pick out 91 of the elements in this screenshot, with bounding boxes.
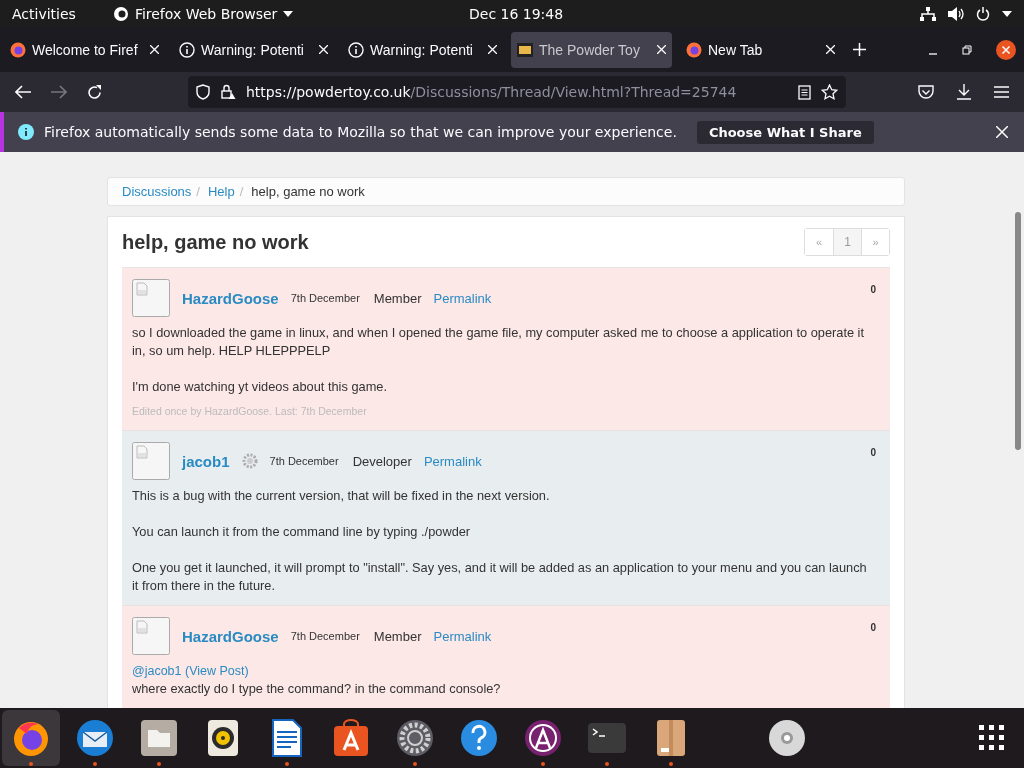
reader-icon[interactable]: [798, 84, 811, 100]
running-indicator: [605, 762, 609, 766]
film-icon: [517, 42, 533, 57]
back-icon[interactable]: [15, 85, 31, 99]
breadcrumb-link[interactable]: Discussions: [122, 184, 192, 199]
download-icon[interactable]: [956, 84, 972, 100]
browser-tab[interactable]: Welcome to Firef: [4, 31, 165, 68]
post-text: This is a bug with the current version, that will be fixed in the next version.: [132, 487, 551, 505]
browser-tab[interactable]: The Powder Toy: [511, 31, 672, 68]
breadcrumb-current: help, game no work: [251, 184, 365, 199]
notification-message: Firefox automatically sends some data to Mozilla so that we can improve your experience.: [44, 124, 677, 140]
folder-icon[interactable]: [139, 718, 179, 758]
browser-tab[interactable]: Warning: Potenti: [342, 31, 503, 68]
post-text: where exactly do I type the command? in the command console?: [132, 680, 502, 698]
close-icon[interactable]: [826, 45, 835, 54]
post-score: 0: [870, 622, 876, 633]
lock-icon: [220, 84, 236, 100]
post-score: 0: [870, 447, 876, 458]
author-link[interactable]: jacob1: [182, 452, 230, 470]
app-grid-icon[interactable]: [979, 725, 1005, 751]
post-date: 7th December: [269, 455, 339, 467]
close-icon[interactable]: [150, 45, 159, 54]
settings-icon[interactable]: [395, 718, 435, 758]
forward-icon[interactable]: [51, 85, 67, 99]
page-button[interactable]: »: [861, 229, 889, 255]
author-link[interactable]: HazardGoose: [182, 627, 279, 645]
running-indicator: [285, 762, 289, 766]
author-link[interactable]: HazardGoose: [182, 289, 279, 307]
network-icon[interactable]: [920, 6, 936, 21]
firefox-icon: [10, 41, 26, 58]
info-icon: [348, 41, 364, 58]
choose-what-i-share-button[interactable]: Choose What I Share: [696, 120, 874, 144]
post-date: 7th December: [290, 630, 360, 642]
permalink[interactable]: Permalink: [433, 628, 492, 644]
running-indicator: [669, 762, 673, 766]
reload-icon[interactable]: [87, 84, 102, 100]
shopping-bag-icon[interactable]: [331, 718, 371, 758]
running-indicator: [29, 762, 33, 766]
clock[interactable]: Dec 16 19:48: [469, 5, 564, 22]
user-role: Developer: [352, 453, 412, 469]
edit-note: Edited once by HazardGoose. Last: 7th December: [132, 404, 368, 419]
post-score: 0: [870, 284, 876, 295]
thread-title: help, game no work: [122, 230, 309, 254]
firefox-icon: [686, 41, 702, 58]
running-indicator: [93, 762, 97, 766]
post-text: so I downloaded the game in linux, and when I opened the game file, my computer asked me to choose a application to operate it in, so um help. HELP HLEPPPELP: [132, 324, 865, 360]
post-text: I'm done watching yt videos about this game.: [132, 378, 388, 396]
breadcrumb-separator: /: [196, 184, 200, 199]
post-date: 7th December: [290, 292, 360, 304]
disc-icon[interactable]: [767, 718, 807, 758]
post-text: One you get it launched, it will prompt to "install". Say yes, and it will be added as an application to your menu and you can launch it from there in the future.: [132, 559, 868, 595]
browser-tab[interactable]: New Tab: [680, 31, 841, 68]
breadcrumb-separator: /: [239, 184, 244, 199]
running-indicator: [413, 762, 417, 766]
info-icon: [179, 41, 195, 58]
restore-icon[interactable]: [962, 44, 972, 55]
caret-icon[interactable]: [1002, 10, 1012, 17]
menu-icon[interactable]: [994, 86, 1009, 98]
close-icon[interactable]: [488, 45, 497, 54]
caret-icon: [283, 10, 294, 17]
running-indicator: [157, 762, 161, 766]
activities-button[interactable]: Activities: [12, 5, 76, 22]
permalink[interactable]: Permalink: [423, 453, 482, 469]
mail-icon[interactable]: [75, 718, 115, 758]
scrollbar[interactable]: [1015, 212, 1021, 450]
new-tab-icon[interactable]: [853, 43, 866, 56]
shield-icon: [196, 84, 210, 100]
browser-tab[interactable]: Warning: Potenti: [173, 31, 334, 68]
permalink[interactable]: Permalink: [433, 290, 492, 306]
app-center-icon[interactable]: [523, 718, 563, 758]
power-icon[interactable]: [976, 6, 990, 21]
post-text: You can launch it from the command line by typing ./powder: [132, 523, 472, 541]
user-role: Member: [373, 290, 422, 306]
breadcrumb-link[interactable]: Help: [208, 184, 235, 199]
close-icon[interactable]: [996, 126, 1008, 138]
gear-icon: [241, 453, 258, 469]
close-icon[interactable]: [319, 45, 328, 54]
close-icon[interactable]: [996, 39, 1016, 60]
firefox-icon: [112, 5, 129, 22]
volume-icon[interactable]: [948, 6, 964, 21]
user-role: Member: [373, 628, 422, 644]
running-indicator: [541, 762, 545, 766]
app-menu[interactable]: Firefox Web Browser: [112, 5, 294, 22]
info-icon: [18, 124, 34, 140]
address-field[interactable]: https://powdertoy.co.uk/Discussions/Thread/View.html?Thread=25744: [188, 76, 846, 108]
quote-link[interactable]: @jacob1 (View Post): [132, 662, 876, 680]
star-icon[interactable]: [821, 84, 838, 100]
pocket-icon[interactable]: [918, 84, 934, 100]
page-button[interactable]: 1: [833, 229, 861, 255]
close-icon[interactable]: [657, 45, 666, 54]
help-icon[interactable]: [459, 718, 499, 758]
